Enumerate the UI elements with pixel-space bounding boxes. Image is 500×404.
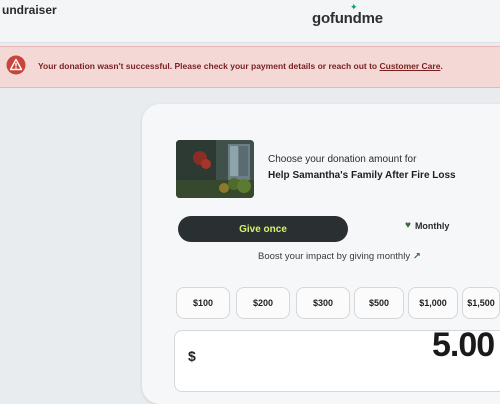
error-message: Your donation wasn't successful. Please … [38,61,443,71]
logo-sprout-icon: ✦ [350,2,358,12]
logo-text: gofundme [312,10,383,27]
currency-symbol: $ [188,348,196,364]
customer-care-link[interactable]: Customer Care [380,61,441,71]
monthly-option[interactable]: ♥ Monthly [405,220,449,231]
campaign-photo [176,140,254,198]
campaign-title: Help Samantha's Family After Fire Loss [268,170,456,181]
heart-icon: ♥ [405,220,411,231]
amount-300-button[interactable]: $300 [296,287,350,319]
fundraiser-link[interactable]: undraiser [2,3,57,17]
amount-100-button[interactable]: $100 [176,287,230,319]
error-message-suffix: . [440,61,443,71]
monthly-label: Monthly [414,220,450,231]
amount-200-button[interactable]: $200 [236,287,290,319]
top-bar: undraiser gofundme ✦ [0,0,500,43]
warning-icon [6,55,26,75]
give-once-button[interactable]: Give once [178,216,348,242]
campaign-thumbnail [176,140,254,198]
gofundme-logo[interactable]: gofundme ✦ [312,2,383,27]
boost-text: Boost your impact by giving monthly [258,251,411,262]
arrow-up-right-icon: ↗ [412,251,421,262]
boost-message: Boost your impact by giving monthly ↗ [258,251,421,262]
error-banner: Your donation wasn't successful. Please … [0,46,500,88]
amount-1000-button[interactable]: $1,000 [408,287,458,319]
amount-value[interactable]: 5.00 [432,326,495,365]
error-message-text: Your donation wasn't successful. Please … [38,61,380,71]
amount-1500-button[interactable]: $1,500 [462,287,500,319]
donation-prompt: Choose your donation amount for [268,154,417,165]
amount-500-button[interactable]: $500 [354,287,404,319]
